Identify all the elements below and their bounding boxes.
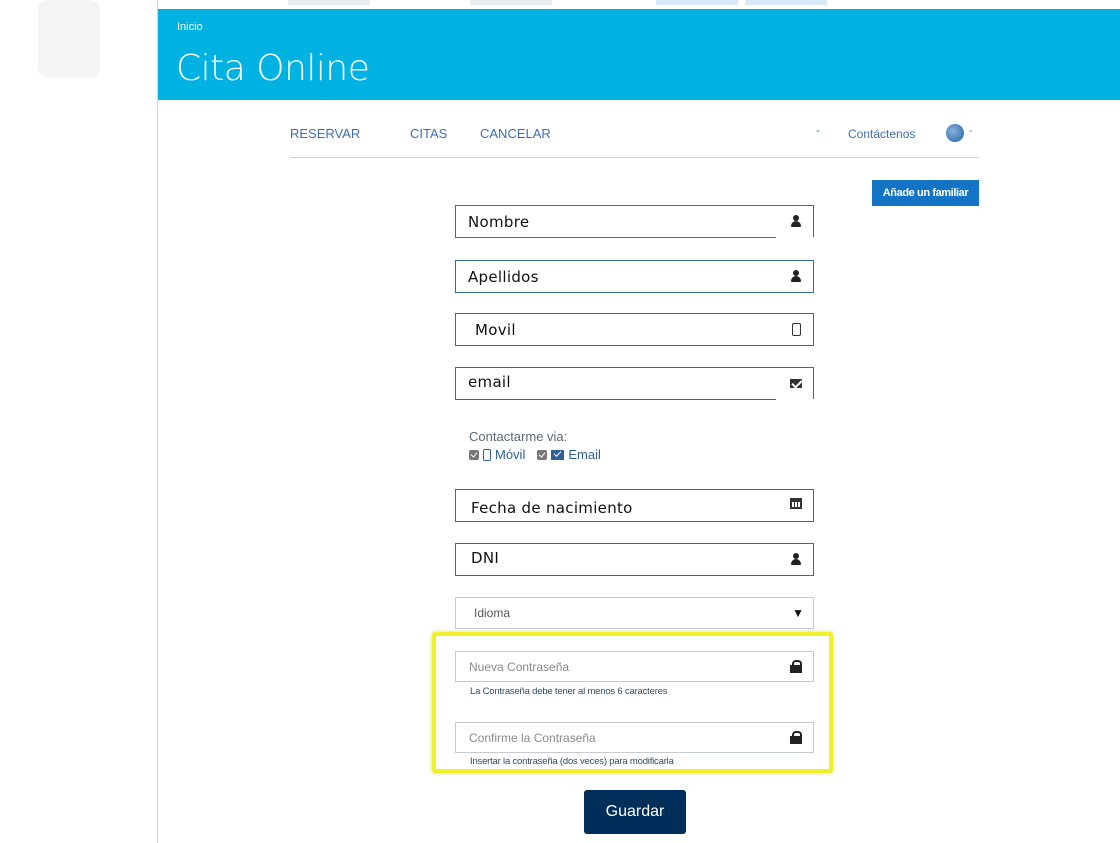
movil-checkbox[interactable] (469, 449, 479, 460)
language-select[interactable]: Idioma ▼ (455, 597, 814, 629)
page-header: Inicio Cita Online (158, 9, 1120, 100)
email-checkbox[interactable] (537, 449, 548, 460)
nav-cancelar[interactable]: CANCELAR (480, 126, 551, 141)
new-password-field[interactable]: Nueva Contraseña (455, 651, 814, 682)
phone-icon (483, 448, 491, 461)
globe-icon[interactable] (946, 124, 964, 142)
user-icon (789, 552, 803, 566)
movil-input-text: Movil (475, 321, 516, 339)
contact-preference-label: Contactarme via: (469, 429, 568, 444)
confirm-password-help: Insertar la contraseña (dos veces) para … (470, 756, 674, 767)
birthdate-field[interactable]: Fecha de nacimiento (455, 489, 814, 522)
nav-reservar[interactable]: RESERVAR (290, 126, 360, 141)
apellidos-field[interactable]: Apellidos (455, 260, 814, 293)
email-field[interactable]: email (455, 367, 816, 400)
nav-contact-link[interactable]: Contáctenos (848, 127, 915, 141)
dni-field[interactable]: DNI (455, 543, 814, 576)
phone-icon (792, 323, 801, 336)
user-icon (789, 269, 803, 283)
nav-citas[interactable]: CITAS (410, 126, 447, 141)
movil-option-label: Móvil (495, 447, 526, 462)
save-button[interactable]: Guardar (584, 790, 686, 834)
breadcrumb[interactable]: Inicio (177, 21, 203, 33)
contact-preference: Contactarme via: Móvil Email (469, 429, 601, 462)
dni-input-text: DNI (471, 549, 500, 567)
lock-icon (789, 659, 803, 673)
new-password-placeholder: Nueva Contraseña (469, 660, 570, 674)
confirm-password-placeholder: Confirme la Contraseña (469, 731, 596, 745)
nombre-field[interactable]: Nombre (455, 205, 816, 238)
top-nav: RESERVAR CITAS CANCELAR - Contáctenos - (290, 118, 979, 158)
nav-separator: - (816, 125, 820, 137)
email-option-label: Email (568, 447, 601, 462)
page-title: Cita Online (176, 48, 370, 89)
envelope-icon (551, 449, 565, 460)
envelope-icon (789, 376, 803, 390)
movil-field[interactable]: Movil (455, 313, 814, 346)
calendar-icon (789, 496, 803, 510)
language-select-value: Idioma (474, 606, 511, 620)
background-panel (38, 0, 100, 78)
nombre-input-text: Nombre (468, 213, 530, 231)
apellidos-input-text: Apellidos (468, 268, 539, 286)
user-icon (789, 214, 803, 228)
chevron-down-icon[interactable]: - (969, 126, 972, 137)
new-password-help: La Contraseña debe tener al menos 6 cara… (470, 686, 668, 697)
add-family-member-button[interactable]: Añade un familiar (872, 180, 979, 206)
lock-icon (789, 730, 803, 744)
email-input-text: email (468, 373, 511, 391)
caret-down-icon: ▼ (792, 606, 804, 620)
birthdate-input-text: Fecha de nacimiento (471, 499, 633, 517)
confirm-password-field[interactable]: Confirme la Contraseña (455, 722, 814, 753)
